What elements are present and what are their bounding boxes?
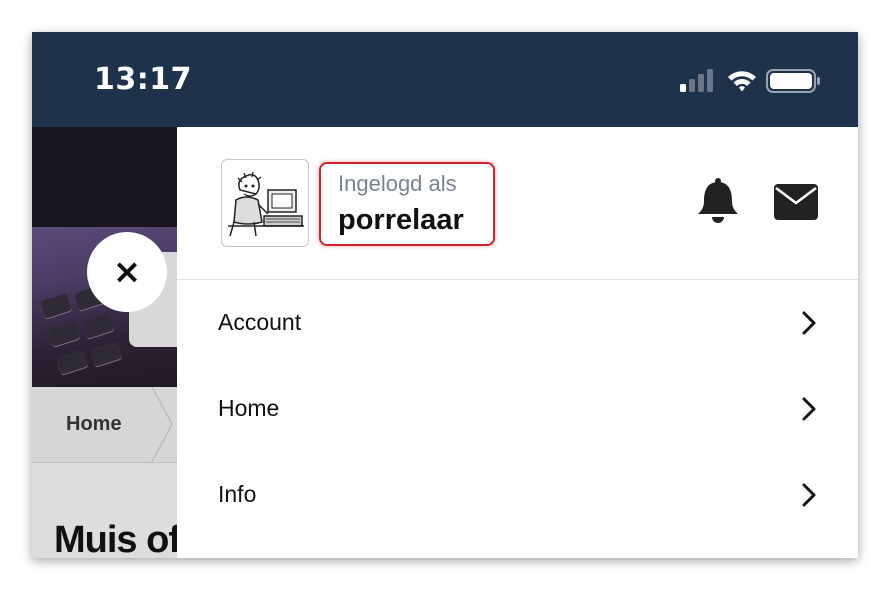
breadcrumb-home[interactable]: Home: [66, 413, 122, 436]
breadcrumb-separator-icon: [151, 387, 173, 462]
background-page: × Home Muis of: [32, 127, 177, 558]
side-menu-panel: Ingelogd als porrelaar Account Home Info: [177, 127, 858, 558]
battery-icon: [766, 69, 820, 93]
close-icon: ×: [112, 252, 142, 292]
chevron-right-icon: [802, 397, 816, 421]
avatar-icon: [228, 171, 304, 237]
chevron-right-icon: [802, 483, 816, 507]
breadcrumb: Home: [32, 387, 177, 463]
close-menu-button[interactable]: ×: [87, 232, 167, 312]
bell-icon[interactable]: [695, 177, 741, 225]
menu-item-label: Home: [218, 395, 280, 421]
menu-item-info[interactable]: Info: [177, 452, 858, 538]
wifi-icon: [728, 71, 756, 92]
signal-icon: [680, 69, 713, 92]
menu-item-label: Account: [218, 309, 302, 335]
status-bar: 13:17: [32, 32, 858, 127]
avatar[interactable]: [221, 159, 309, 247]
logged-in-user[interactable]: Ingelogd als porrelaar: [319, 162, 495, 246]
menu-item-label: Info: [218, 481, 257, 507]
app-screen: 13:17 × Home Muis of Ingelogd als porrel…: [32, 32, 858, 558]
status-time: 13:17: [94, 62, 192, 97]
status-icons: [680, 69, 820, 93]
menu-item-account[interactable]: Account: [177, 280, 858, 366]
mail-icon[interactable]: [774, 184, 818, 220]
username: porrelaar: [338, 204, 464, 236]
page-title: Muis of: [54, 519, 177, 558]
menu-item-home[interactable]: Home: [177, 366, 858, 452]
logged-in-label: Ingelogd als: [338, 171, 457, 196]
panel-header: Ingelogd als porrelaar: [177, 127, 858, 280]
chevron-right-icon: [802, 311, 816, 335]
